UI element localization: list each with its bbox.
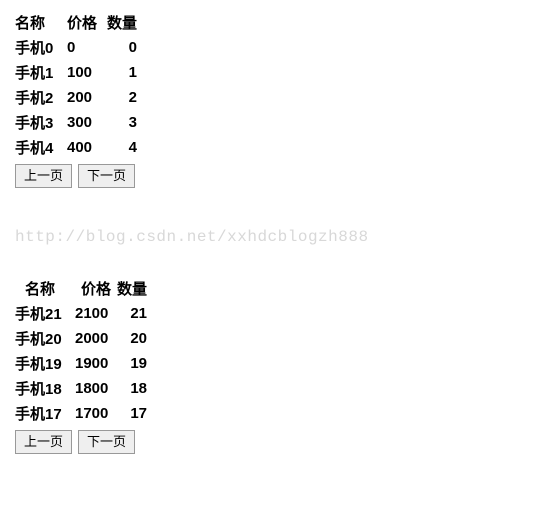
cell-price: 1900: [75, 351, 117, 376]
cell-name: 手机2: [15, 85, 67, 110]
table-row: 手机3 300 3: [15, 110, 143, 135]
next-page-button[interactable]: 下一页: [78, 430, 135, 454]
table-row: 手机21 2100 21: [15, 301, 153, 326]
cell-price: 400: [67, 135, 107, 160]
cell-qty: 21: [117, 301, 153, 326]
cell-qty: 19: [117, 351, 153, 376]
pager-row-2: 上一页 下一页: [15, 430, 542, 454]
next-page-button[interactable]: 下一页: [78, 164, 135, 188]
cell-qty: 2: [107, 85, 143, 110]
cell-name: 手机0: [15, 35, 67, 60]
table-row: 手机20 2000 20: [15, 326, 153, 351]
cell-qty: 18: [117, 376, 153, 401]
table-header-row: 名称 价格 数量: [15, 10, 143, 35]
cell-price: 200: [67, 85, 107, 110]
data-table-2: 名称 价格 数量 手机21 2100 21 手机20 2000 20 手机19 …: [15, 276, 153, 426]
cell-price: 100: [67, 60, 107, 85]
col-header-name: 名称: [15, 276, 75, 301]
watermark-text: http://blog.csdn.net/xxhdcblogzh888: [15, 228, 542, 246]
col-header-price: 价格: [75, 276, 117, 301]
table-row: 手机0 0 0: [15, 35, 143, 60]
prev-page-button[interactable]: 上一页: [15, 430, 72, 454]
data-table-block-2: 名称 价格 数量 手机21 2100 21 手机20 2000 20 手机19 …: [15, 276, 542, 454]
cell-qty: 20: [117, 326, 153, 351]
cell-qty: 1: [107, 60, 143, 85]
cell-name: 手机20: [15, 326, 75, 351]
cell-price: 0: [67, 35, 107, 60]
table-row: 手机19 1900 19: [15, 351, 153, 376]
cell-name: 手机17: [15, 401, 75, 426]
pager-row-1: 上一页 下一页: [15, 164, 542, 188]
col-header-qty: 数量: [107, 10, 143, 35]
col-header-name: 名称: [15, 10, 67, 35]
cell-price: 1700: [75, 401, 117, 426]
cell-qty: 0: [107, 35, 143, 60]
cell-qty: 17: [117, 401, 153, 426]
cell-name: 手机3: [15, 110, 67, 135]
cell-name: 手机18: [15, 376, 75, 401]
cell-price: 300: [67, 110, 107, 135]
cell-price: 2100: [75, 301, 117, 326]
cell-name: 手机1: [15, 60, 67, 85]
col-header-qty: 数量: [117, 276, 153, 301]
cell-qty: 3: [107, 110, 143, 135]
cell-name: 手机21: [15, 301, 75, 326]
table-row: 手机18 1800 18: [15, 376, 153, 401]
cell-name: 手机4: [15, 135, 67, 160]
cell-name: 手机19: [15, 351, 75, 376]
cell-price: 2000: [75, 326, 117, 351]
data-table-block-1: 名称 价格 数量 手机0 0 0 手机1 100 1 手机2 200 2 手: [15, 10, 542, 188]
table-row: 手机17 1700 17: [15, 401, 153, 426]
table-row: 手机2 200 2: [15, 85, 143, 110]
data-table-1: 名称 价格 数量 手机0 0 0 手机1 100 1 手机2 200 2 手: [15, 10, 143, 160]
cell-price: 1800: [75, 376, 117, 401]
cell-qty: 4: [107, 135, 143, 160]
table-row: 手机1 100 1: [15, 60, 143, 85]
table-row: 手机4 400 4: [15, 135, 143, 160]
table-header-row: 名称 价格 数量: [15, 276, 153, 301]
prev-page-button[interactable]: 上一页: [15, 164, 72, 188]
col-header-price: 价格: [67, 10, 107, 35]
